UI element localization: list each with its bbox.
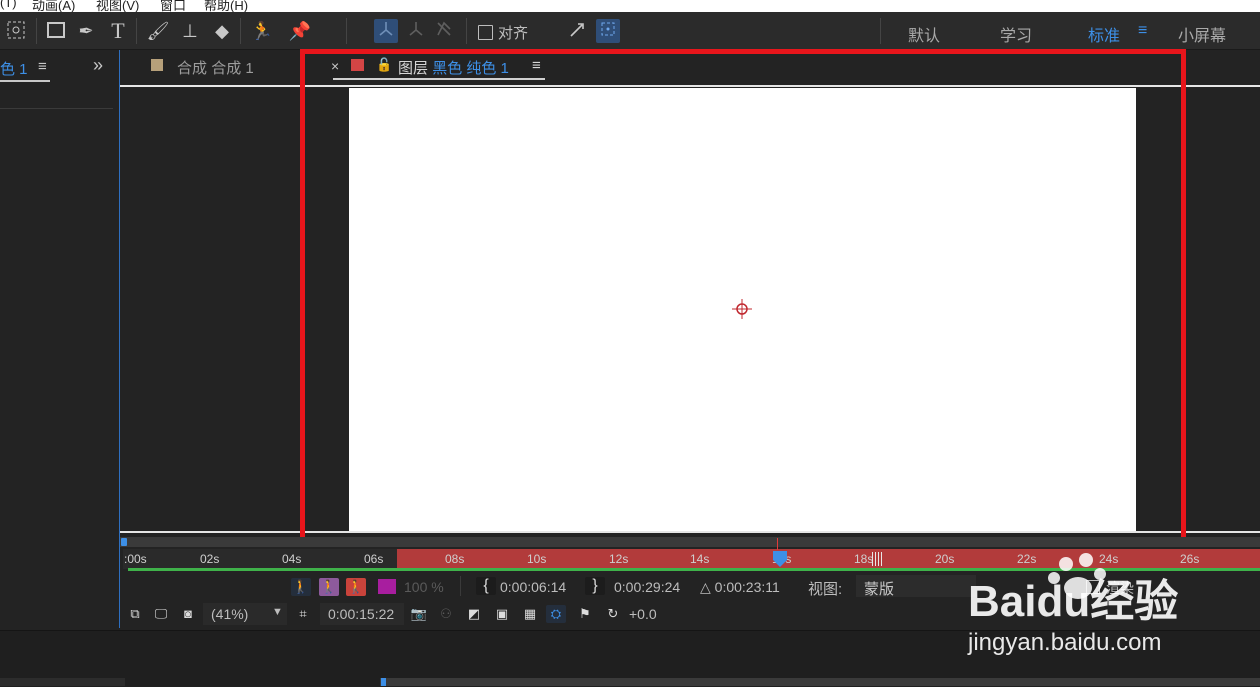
workspace-menu-icon[interactable]: ≡ bbox=[1138, 22, 1147, 40]
composition-tab-prefix: 合成 bbox=[177, 60, 208, 77]
camera-snapshot-icon[interactable]: 📷 bbox=[409, 605, 429, 623]
local-axis-icon[interactable] bbox=[374, 19, 398, 43]
menu-item-text[interactable]: (T) bbox=[0, 0, 17, 10]
set-out-point-icon[interactable]: } bbox=[585, 577, 605, 595]
layer-controls-toggle-icon[interactable]: ⛭ bbox=[546, 605, 566, 623]
mask-color-swatch[interactable] bbox=[378, 579, 396, 594]
timeline-navigator[interactable] bbox=[380, 678, 1260, 686]
panel-menu-icon[interactable]: ≡ bbox=[38, 58, 47, 75]
safe-zones-icon[interactable]: ⌗ bbox=[293, 605, 313, 623]
type-tool-icon[interactable]: T bbox=[106, 19, 130, 43]
retime-stretch-icon[interactable]: 🚶 bbox=[319, 578, 339, 596]
puppet-pin-icon[interactable]: 📌 bbox=[288, 19, 312, 43]
snap-icon[interactable] bbox=[566, 19, 590, 43]
always-preview-icon[interactable]: ⧉ bbox=[125, 605, 145, 623]
tab-underline bbox=[0, 80, 50, 82]
world-axis-icon[interactable] bbox=[404, 19, 428, 43]
tick-label: :00s bbox=[124, 552, 147, 566]
tick-label: 08s bbox=[445, 552, 465, 566]
fast-previews-icon[interactable]: ⚑ bbox=[575, 605, 595, 623]
workspace-learn[interactable]: 学习 bbox=[1000, 22, 1032, 46]
view-axis-icon[interactable] bbox=[432, 19, 456, 43]
tick-label: 12s bbox=[609, 552, 629, 566]
menu-item-animation[interactable]: 动画(A) bbox=[32, 0, 75, 12]
monitor-icon[interactable]: 🖵 bbox=[151, 605, 171, 623]
workspace-standard[interactable]: 标准 bbox=[1088, 22, 1120, 46]
watermark-url: jingyan.baidu.com bbox=[967, 629, 1161, 656]
current-time-indicator[interactable] bbox=[772, 550, 788, 568]
align-checkbox[interactable] bbox=[478, 25, 493, 40]
rectangle-tool-icon[interactable] bbox=[44, 19, 68, 43]
workspace-small-screen[interactable]: 小屏幕 bbox=[1178, 22, 1226, 46]
menu-item-window[interactable]: 窗口 bbox=[160, 0, 186, 12]
composition-tab[interactable]: 合成 合成 1 bbox=[177, 57, 254, 78]
vr-goggles-icon[interactable]: ◙ bbox=[178, 605, 198, 623]
eraser-tool-icon[interactable]: ◆ bbox=[210, 19, 234, 43]
work-area-bar[interactable] bbox=[120, 537, 1260, 547]
in-point-time[interactable]: 0:00:06:14 bbox=[500, 579, 566, 595]
show-snapshot-icon[interactable]: ⚇ bbox=[436, 605, 456, 623]
menu-item-view[interactable]: 视图(V) bbox=[96, 0, 139, 12]
out-point-time[interactable]: 0:00:29:24 bbox=[614, 579, 680, 595]
baidu-watermark: Baidu经验 jingyan.baidu.com bbox=[966, 550, 1260, 660]
highlight-annotation-box bbox=[300, 49, 1186, 543]
tick-label: 20s bbox=[935, 552, 955, 566]
project-tab-label[interactable]: 色 1 bbox=[0, 58, 28, 79]
tick-label: 18s bbox=[854, 552, 874, 566]
project-panel: 色 1 ≡ » bbox=[0, 50, 113, 628]
retime-normal-icon[interactable]: 🚶 bbox=[291, 578, 311, 596]
brush-tool-icon[interactable]: 🖌 bbox=[146, 19, 170, 43]
menu-bar: (T) 动画(A) 视图(V) 窗口 帮助(H) bbox=[0, 0, 1260, 12]
workspace-default[interactable]: 默认 bbox=[908, 22, 940, 46]
tick-label: 02s bbox=[200, 552, 220, 566]
pen-tool-icon[interactable]: ✒ bbox=[74, 19, 98, 43]
composition-color-swatch bbox=[151, 59, 163, 71]
chevron-down-icon[interactable]: ▼ bbox=[272, 606, 283, 618]
tick-label: 14s bbox=[690, 552, 710, 566]
menu-item-help[interactable]: 帮助(H) bbox=[204, 0, 248, 12]
divider bbox=[0, 108, 113, 109]
transparency-grid-icon[interactable]: ▦ bbox=[520, 605, 540, 623]
tick-label: 10s bbox=[527, 552, 547, 566]
region-of-interest-icon[interactable]: ▣ bbox=[492, 605, 512, 623]
timecode-value: 0:00:15:22 bbox=[328, 606, 395, 622]
align-label: 对齐 bbox=[498, 25, 529, 42]
cache-marker bbox=[872, 552, 884, 566]
snap-target-icon[interactable] bbox=[596, 19, 620, 43]
search-field[interactable] bbox=[0, 678, 125, 686]
duration-time: △ 0:00:23:11 bbox=[700, 579, 780, 595]
channel-icon[interactable]: ◩ bbox=[464, 605, 484, 623]
view-label: 视图: bbox=[808, 581, 843, 598]
watermark-logo-text: Baidu经验 bbox=[968, 577, 1178, 626]
zoom-value: (41%) bbox=[211, 606, 249, 622]
roto-brush-icon[interactable]: 🏃 bbox=[250, 19, 274, 43]
navigator-handle[interactable] bbox=[381, 678, 386, 686]
opacity-value[interactable]: 100 % bbox=[404, 579, 444, 595]
work-area-start-handle[interactable] bbox=[121, 538, 127, 546]
reset-exposure-icon[interactable]: ↻ bbox=[603, 605, 623, 623]
view-dropdown-value: 蒙版 bbox=[864, 581, 895, 598]
pan-behind-icon[interactable] bbox=[4, 19, 28, 43]
expand-panels-icon[interactable]: » bbox=[93, 55, 103, 76]
tick-label: 04s bbox=[282, 552, 302, 566]
exposure-value[interactable]: +0.0 bbox=[629, 606, 657, 622]
divider bbox=[460, 576, 461, 596]
retime-freeze-icon[interactable]: 🚶 bbox=[346, 578, 366, 596]
tick-label: 06s bbox=[364, 552, 384, 566]
set-in-point-icon[interactable]: { bbox=[476, 577, 496, 595]
tools-toolbar: ✒ T 🖌 ⊥ ◆ 🏃 📌 对齐 默认 学习 标准 ≡ 小屏幕 bbox=[0, 12, 1260, 50]
composition-tab-name: 合成 1 bbox=[211, 60, 254, 77]
playhead-line bbox=[777, 538, 778, 550]
clone-stamp-icon[interactable]: ⊥ bbox=[178, 19, 202, 43]
